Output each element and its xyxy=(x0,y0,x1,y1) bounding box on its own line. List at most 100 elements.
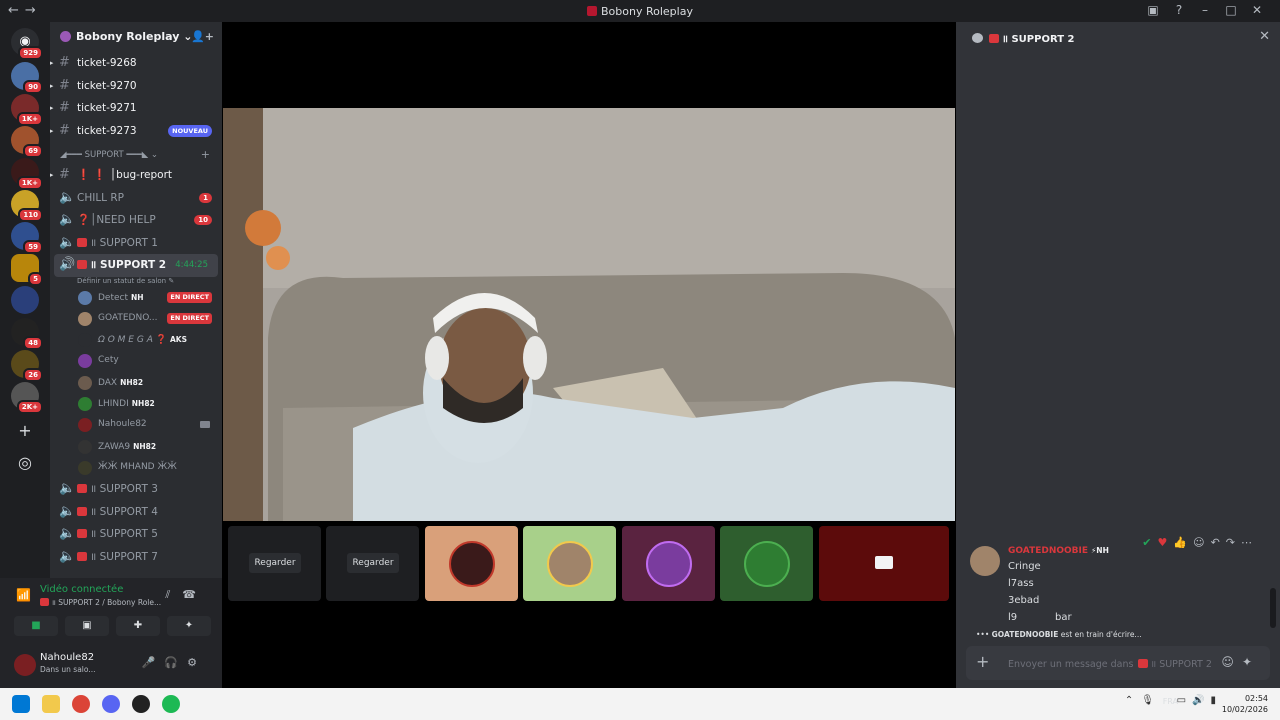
scrollbar[interactable] xyxy=(1270,588,1276,628)
voice-channel-chill[interactable]: 🔈 CHILL RP 1 xyxy=(50,187,222,210)
server-icon[interactable]: 90 xyxy=(11,62,43,94)
message-composer[interactable]: + Envoyer un message dans ॥ SUPPORT 2 ☺✦ xyxy=(966,646,1270,680)
stream-tile[interactable]: Regarder xyxy=(326,526,419,601)
server-folder[interactable]: 2K+ xyxy=(11,382,43,414)
invite-icon[interactable]: 👤+ xyxy=(191,30,214,43)
maximize-button[interactable]: □ xyxy=(1218,3,1244,17)
server-icon[interactable]: 1K+ xyxy=(11,94,43,126)
mic-icon[interactable]: 🎙 xyxy=(1141,695,1162,706)
channel-ticket[interactable]: ▶ # ticket-9268 xyxy=(50,52,222,75)
emoji-icon[interactable]: ☺ xyxy=(1221,655,1242,669)
discover-icon[interactable]: ◎ xyxy=(13,452,37,476)
server-icon[interactable]: 59 xyxy=(11,222,43,254)
app-icon[interactable] xyxy=(132,695,150,713)
voice-user[interactable]: Ω O M E G A ❓ AKS xyxy=(50,329,222,350)
settings-icon[interactable]: ⚙ xyxy=(187,656,206,669)
noise-suppression-icon[interactable]: ⫽ xyxy=(165,588,182,601)
discord-icon[interactable] xyxy=(102,695,120,713)
chrome-icon[interactable] xyxy=(72,695,90,713)
message-text: l9 xyxy=(1008,612,1018,623)
forward-icon[interactable]: ↷ xyxy=(1226,536,1241,549)
voice-channel-support-4[interactable]: 🔈 ॥ SUPPORT 4 xyxy=(50,501,222,524)
participant-tile[interactable] xyxy=(720,526,813,601)
voice-user[interactable]: Cety xyxy=(50,350,222,371)
stream-tile[interactable]: Regarder xyxy=(228,526,321,601)
channel-label: SUPPORT 4 xyxy=(99,505,158,518)
channel-bug-report[interactable]: ▶ # ❗ ❗ │bug-report xyxy=(50,164,222,187)
category-support[interactable]: ◢━━━ SUPPORT ━━━◣ ⌄ + xyxy=(50,146,222,164)
battery-icon[interactable]: ▮ xyxy=(1210,695,1222,706)
channel-ticket[interactable]: ▶ # ticket-9273 NOUVEAU xyxy=(50,120,222,143)
add-server-icon[interactable]: + xyxy=(13,420,37,444)
voice-user[interactable]: ӁӁ MHAND ӁӁ xyxy=(50,457,222,478)
signal-icon[interactable]: 📶 xyxy=(16,588,31,602)
spotify-icon[interactable] xyxy=(162,695,180,713)
mic-icon[interactable]: 🎤 xyxy=(142,656,165,669)
video-feed[interactable] xyxy=(223,108,955,521)
participant-tile[interactable] xyxy=(819,526,949,601)
voice-channel-support-7[interactable]: 🔈 ॥ SUPPORT 7 xyxy=(50,546,222,569)
network-icon[interactable]: ▭ xyxy=(1177,695,1192,706)
participant-tile[interactable] xyxy=(523,526,616,601)
message-author[interactable]: GOATEDNOOBIE ⚡NH xyxy=(1008,546,1109,556)
close-button[interactable]: ✕ xyxy=(1244,3,1270,17)
voice-channel-support-5[interactable]: 🔈 ॥ SUPPORT 5 xyxy=(50,523,222,546)
server-icon[interactable]: 1K+ xyxy=(11,158,43,190)
inbox-icon[interactable]: ▣ xyxy=(1140,3,1166,17)
avatar[interactable] xyxy=(14,654,36,676)
voice-user[interactable]: Nahoule82 xyxy=(50,414,222,435)
voice-user[interactable]: GOATEDNO... EN DIRECT xyxy=(50,308,222,329)
soundboard-button[interactable]: ✦ xyxy=(167,616,211,636)
reply-icon[interactable]: ↶ xyxy=(1211,536,1226,549)
server-icon[interactable] xyxy=(11,286,39,314)
more-icon[interactable]: ⋯ xyxy=(1241,536,1258,549)
channel-ticket[interactable]: ▶ # ticket-9271 xyxy=(50,97,222,120)
voice-user[interactable]: LHINDI NH82 xyxy=(50,393,222,414)
file-explorer-icon[interactable] xyxy=(42,695,60,713)
headset-icon[interactable]: 🎧 xyxy=(164,656,187,669)
start-icon[interactable] xyxy=(12,695,30,713)
add-reaction-icon[interactable]: ☺ xyxy=(1193,536,1210,549)
voice-channel-support-3[interactable]: 🔈 ॥ SUPPORT 3 xyxy=(50,478,222,501)
voice-user-name: ӁӁ MHAND ӁӁ xyxy=(98,461,177,472)
disconnect-icon[interactable]: ☎ xyxy=(182,588,208,601)
screen-share-button[interactable]: ▣ xyxy=(65,616,109,636)
server-icon[interactable]: 69 xyxy=(11,126,43,158)
close-icon[interactable]: ✕ xyxy=(1259,29,1270,44)
volume-icon[interactable]: 🔊 xyxy=(1192,695,1210,706)
watch-button[interactable]: Regarder xyxy=(249,553,301,573)
channel-status[interactable]: Définir un statut de salon ✎ xyxy=(50,277,222,287)
check-reaction-icon[interactable]: ✔ xyxy=(1142,536,1157,549)
channel-ticket[interactable]: ▶ # ticket-9270 xyxy=(50,75,222,98)
guild-header[interactable]: Bobony Roleplay ⌄ 👤+ xyxy=(50,22,222,54)
attach-icon[interactable]: + xyxy=(976,652,989,671)
server-icon[interactable]: 5 xyxy=(11,254,43,286)
voice-location[interactable]: ॥ SUPPORT 2 / Bobony Role... xyxy=(40,598,161,608)
server-icon[interactable]: 48 xyxy=(11,318,43,350)
unread-marker: ▶ xyxy=(50,104,54,112)
voice-user[interactable]: ZAWA9 NH82 xyxy=(50,436,222,457)
activities-button[interactable]: ✚ xyxy=(116,616,160,636)
voice-user-name: DAX xyxy=(98,377,118,388)
participant-tile[interactable] xyxy=(425,526,518,601)
thumbs-up-reaction-icon[interactable]: 👍 xyxy=(1173,536,1193,549)
create-channel-icon[interactable]: + xyxy=(201,146,210,164)
voice-channel-support-2[interactable]: 🔊 ॥ SUPPORT 2 4:44:25 xyxy=(54,254,218,277)
voice-user[interactable]: Detect NH EN DIRECT xyxy=(50,287,222,308)
server-icon[interactable]: 26 xyxy=(11,350,43,382)
camera-button[interactable]: ■ xyxy=(14,616,58,636)
participant-tile[interactable] xyxy=(622,526,715,601)
avatar[interactable] xyxy=(970,546,1000,576)
watch-button[interactable]: Regarder xyxy=(347,553,399,573)
heart-reaction-icon[interactable]: ♥ xyxy=(1158,536,1174,549)
apps-icon[interactable]: ✦ xyxy=(1242,655,1260,669)
minimize-button[interactable]: – xyxy=(1192,3,1218,17)
voice-channel-support-1[interactable]: 🔈 ॥ SUPPORT 1 xyxy=(50,232,222,255)
help-icon[interactable]: ? xyxy=(1166,3,1192,17)
home-button[interactable]: ◉ 929 xyxy=(11,28,43,60)
clock[interactable]: 02:54 10/02/2026 xyxy=(1222,693,1268,715)
voice-channel-need-help[interactable]: 🔈 ❓│NEED HELP 10 xyxy=(50,209,222,232)
voice-user[interactable]: DAX NH82 xyxy=(50,372,222,393)
chevron-up-icon[interactable]: ⌃ xyxy=(1125,695,1141,706)
server-icon[interactable]: 110 xyxy=(11,190,43,222)
